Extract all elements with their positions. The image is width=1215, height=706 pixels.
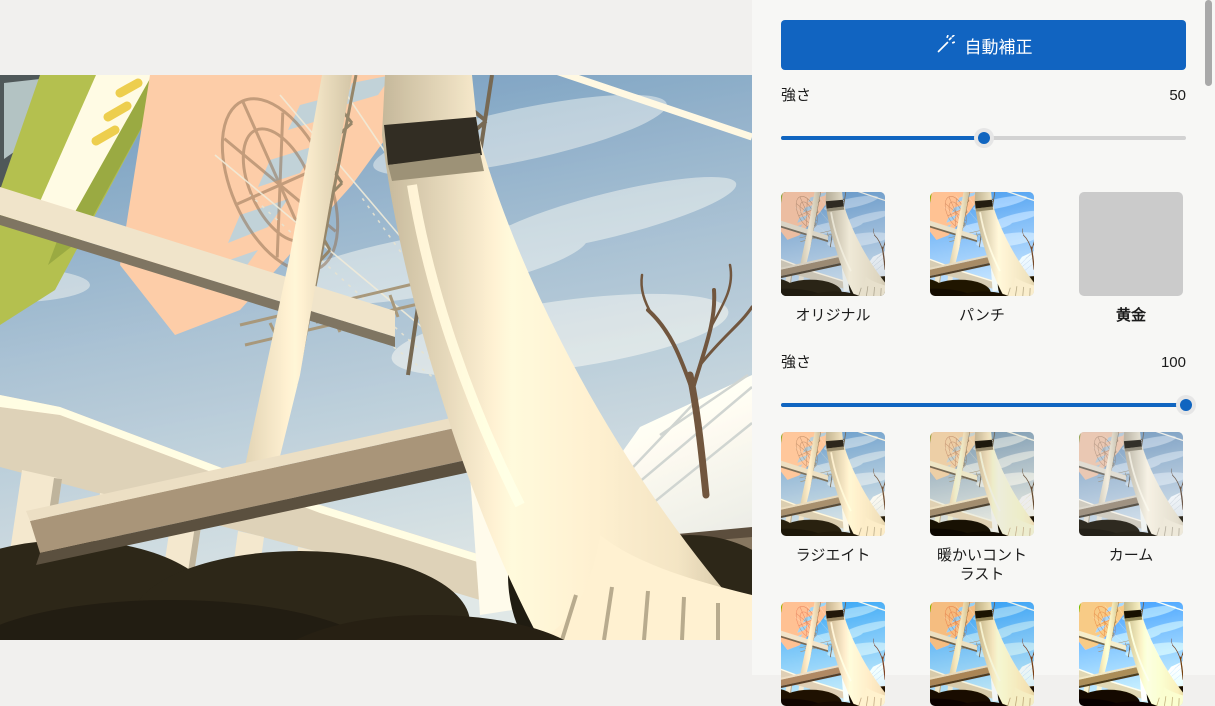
slider-fill	[781, 136, 984, 140]
filter-thumbnail[interactable]	[1079, 432, 1183, 536]
auto-enhance-label: 自動補正	[964, 37, 1033, 57]
filter-item-partial-1[interactable]	[781, 602, 885, 706]
magic-wand-icon	[937, 35, 955, 53]
filter-label: オリジナル	[795, 307, 871, 324]
slider-thumb[interactable]	[1176, 395, 1196, 415]
filter-label: カーム	[1108, 547, 1154, 564]
filters-panel: 自動補正 強さ 50 オリジナル パンチ 黄金 強さ 100 ラジエイト 暖かい…	[752, 0, 1215, 706]
filter-grid-row2: ラジエイト 暖かいコントラスト カーム	[781, 432, 1186, 584]
filter-grid-row3-partial	[781, 602, 1186, 706]
filter-label: 黄金	[1115, 307, 1146, 324]
filter-grid-row1: オリジナル パンチ 黄金	[781, 192, 1186, 325]
auto-enhance-strength-slider[interactable]	[781, 128, 1186, 148]
filter-item-partial-3[interactable]	[1079, 602, 1183, 706]
strength-value: 50	[1169, 87, 1186, 104]
filter-item-warm-contrast[interactable]: 暖かいコントラスト	[930, 432, 1034, 584]
strength-value: 100	[1160, 354, 1186, 371]
filter-strength-row: 強さ 100	[781, 355, 1186, 371]
filter-thumbnail[interactable]	[930, 432, 1034, 536]
filter-thumbnail-selected[interactable]	[1079, 192, 1183, 296]
auto-enhance-button[interactable]: 自動補正	[781, 20, 1186, 70]
slider-thumb[interactable]	[973, 128, 994, 148]
filter-item-radiate[interactable]: ラジエイト	[781, 432, 885, 584]
filter-thumbnail[interactable]	[1079, 602, 1183, 706]
filter-item-golden-selected[interactable]: 黄金	[1079, 192, 1183, 325]
filter-label: パンチ	[959, 307, 1005, 324]
auto-enhance-strength-row: 強さ 50	[781, 88, 1186, 104]
filter-thumbnail[interactable]	[781, 192, 885, 296]
filter-label: 暖かいコントラスト	[936, 547, 1027, 583]
filter-thumbnail[interactable]	[781, 432, 885, 536]
filter-item-partial-2[interactable]	[930, 602, 1034, 706]
filter-item-original[interactable]: オリジナル	[781, 192, 885, 325]
filter-thumbnail[interactable]	[930, 192, 1034, 296]
photo-canvas	[0, 0, 752, 675]
scrollbar-thumb[interactable]	[1205, 0, 1212, 86]
filter-thumbnail[interactable]	[930, 602, 1034, 706]
strength-label: 強さ	[781, 354, 812, 371]
edited-photo	[0, 75, 752, 640]
filter-strength-slider[interactable]	[781, 395, 1196, 415]
slider-fill	[781, 403, 1186, 407]
panel-scrollbar[interactable]	[1205, 0, 1212, 675]
filter-thumbnail[interactable]	[781, 602, 885, 706]
filter-label: ラジエイト	[795, 547, 871, 564]
strength-label: 強さ	[781, 87, 812, 104]
photo-svg	[0, 75, 752, 640]
slider-track[interactable]	[781, 403, 1186, 407]
filter-item-calm[interactable]: カーム	[1079, 432, 1183, 584]
filter-item-punch[interactable]: パンチ	[930, 192, 1034, 325]
